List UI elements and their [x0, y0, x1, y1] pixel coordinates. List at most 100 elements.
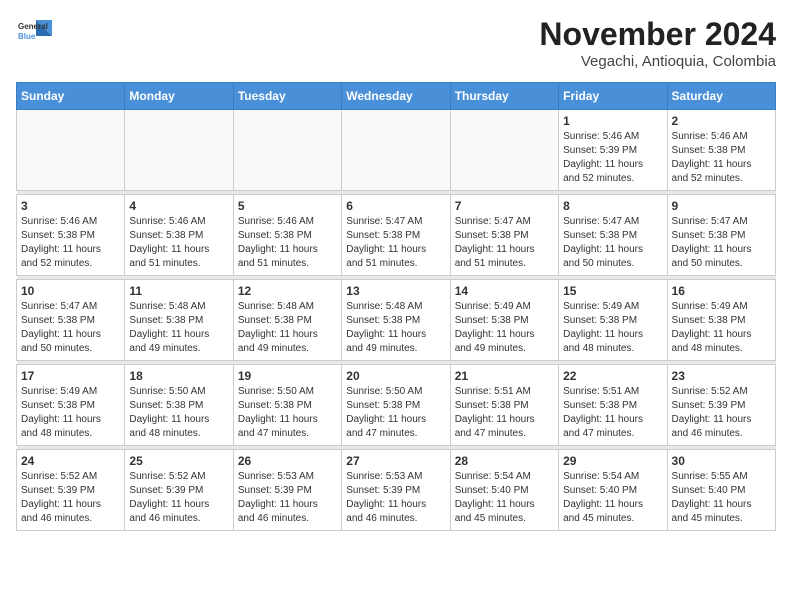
day-number: 15: [563, 284, 662, 298]
day-cell: [233, 110, 341, 191]
day-cell: 24 Sunrise: 5:52 AM Sunset: 5:39 PM Dayli…: [17, 450, 125, 531]
col-monday: Monday: [125, 83, 233, 110]
day-cell: [125, 110, 233, 191]
day-number: 26: [238, 454, 337, 468]
day-info: Sunrise: 5:50 AM Sunset: 5:38 PM Dayligh…: [129, 385, 228, 441]
day-cell: 16 Sunrise: 5:49 AM Sunset: 5:38 PM Dayli…: [667, 280, 775, 361]
day-number: 27: [346, 454, 445, 468]
day-cell: 18 Sunrise: 5:50 AM Sunset: 5:38 PM Dayli…: [125, 365, 233, 446]
day-number: 4: [129, 199, 228, 213]
day-info: Sunrise: 5:52 AM Sunset: 5:39 PM Dayligh…: [21, 470, 120, 526]
day-cell: 2 Sunrise: 5:46 AM Sunset: 5:38 PM Daylig…: [667, 110, 775, 191]
day-info: Sunrise: 5:46 AM Sunset: 5:38 PM Dayligh…: [129, 215, 228, 271]
day-cell: 19Sunrise: 5:50 AM Sunset: 5:38 PM Dayli…: [233, 365, 341, 446]
day-info: Sunrise: 5:47 AM Sunset: 5:38 PM Dayligh…: [346, 215, 445, 271]
title-block: November 2024 Vegachi, Antioquia, Colomb…: [539, 16, 776, 70]
day-cell: 26 Sunrise: 5:53 AM Sunset: 5:39 PM Dayli…: [233, 450, 341, 531]
week-row-1: 1 Sunrise: 5:46 AM Sunset: 5:39 PM Daylig…: [17, 110, 776, 191]
day-info: Sunrise: 5:47 AM Sunset: 5:38 PM Dayligh…: [563, 215, 662, 271]
day-cell: 10Sunrise: 5:47 AM Sunset: 5:38 PM Dayli…: [17, 280, 125, 361]
day-number: 6: [346, 199, 445, 213]
day-info: Sunrise: 5:49 AM Sunset: 5:38 PM Dayligh…: [21, 385, 120, 441]
day-cell: 22Sunrise: 5:51 AM Sunset: 5:38 PM Dayli…: [559, 365, 667, 446]
col-friday: Friday: [559, 83, 667, 110]
day-cell: 13 Sunrise: 5:48 AM Sunset: 5:38 PM Dayli…: [342, 280, 450, 361]
day-info: Sunrise: 5:46 AM Sunset: 5:38 PM Dayligh…: [672, 130, 771, 186]
day-cell: 3Sunrise: 5:46 AM Sunset: 5:38 PM Daylig…: [17, 195, 125, 276]
day-info: Sunrise: 5:46 AM Sunset: 5:39 PM Dayligh…: [563, 130, 662, 186]
day-number: 5: [238, 199, 337, 213]
day-number: 28: [455, 454, 554, 468]
day-cell: 6 Sunrise: 5:47 AM Sunset: 5:38 PM Daylig…: [342, 195, 450, 276]
svg-text:General: General: [18, 22, 48, 31]
week-row-3: 10Sunrise: 5:47 AM Sunset: 5:38 PM Dayli…: [17, 280, 776, 361]
day-info: Sunrise: 5:47 AM Sunset: 5:38 PM Dayligh…: [21, 300, 120, 356]
day-info: Sunrise: 5:46 AM Sunset: 5:38 PM Dayligh…: [238, 215, 337, 271]
day-number: 1: [563, 114, 662, 128]
week-row-4: 17 Sunrise: 5:49 AM Sunset: 5:38 PM Dayli…: [17, 365, 776, 446]
day-info: Sunrise: 5:53 AM Sunset: 5:39 PM Dayligh…: [346, 470, 445, 526]
calendar-header-row: Sunday Monday Tuesday Wednesday Thursday…: [17, 83, 776, 110]
col-wednesday: Wednesday: [342, 83, 450, 110]
day-number: 14: [455, 284, 554, 298]
day-info: Sunrise: 5:49 AM Sunset: 5:38 PM Dayligh…: [672, 300, 771, 356]
day-number: 13: [346, 284, 445, 298]
day-cell: 29Sunrise: 5:54 AM Sunset: 5:40 PM Dayli…: [559, 450, 667, 531]
day-number: 24: [21, 454, 120, 468]
logo-icon: General Blue: [16, 16, 52, 46]
day-cell: 12Sunrise: 5:48 AM Sunset: 5:38 PM Dayli…: [233, 280, 341, 361]
col-thursday: Thursday: [450, 83, 558, 110]
page-header: General Blue November 2024 Vegachi, Anti…: [16, 16, 776, 70]
day-number: 9: [672, 199, 771, 213]
day-cell: [17, 110, 125, 191]
day-cell: 1 Sunrise: 5:46 AM Sunset: 5:39 PM Daylig…: [559, 110, 667, 191]
day-cell: 23 Sunrise: 5:52 AM Sunset: 5:39 PM Dayli…: [667, 365, 775, 446]
day-number: 18: [129, 369, 228, 383]
week-row-2: 3Sunrise: 5:46 AM Sunset: 5:38 PM Daylig…: [17, 195, 776, 276]
day-number: 16: [672, 284, 771, 298]
day-number: 12: [238, 284, 337, 298]
col-sunday: Sunday: [17, 83, 125, 110]
day-cell: 4 Sunrise: 5:46 AM Sunset: 5:38 PM Daylig…: [125, 195, 233, 276]
day-cell: 20Sunrise: 5:50 AM Sunset: 5:38 PM Dayli…: [342, 365, 450, 446]
day-info: Sunrise: 5:49 AM Sunset: 5:38 PM Dayligh…: [563, 300, 662, 356]
day-number: 30: [672, 454, 771, 468]
month-title: November 2024: [539, 16, 776, 53]
day-cell: 15 Sunrise: 5:49 AM Sunset: 5:38 PM Dayli…: [559, 280, 667, 361]
day-number: 22: [563, 369, 662, 383]
day-number: 11: [129, 284, 228, 298]
day-info: Sunrise: 5:48 AM Sunset: 5:38 PM Dayligh…: [346, 300, 445, 356]
day-cell: 8 Sunrise: 5:47 AM Sunset: 5:38 PM Daylig…: [559, 195, 667, 276]
day-info: Sunrise: 5:53 AM Sunset: 5:39 PM Dayligh…: [238, 470, 337, 526]
day-info: Sunrise: 5:55 AM Sunset: 5:40 PM Dayligh…: [672, 470, 771, 526]
day-cell: 17 Sunrise: 5:49 AM Sunset: 5:38 PM Dayli…: [17, 365, 125, 446]
day-number: 19: [238, 369, 337, 383]
day-cell: [342, 110, 450, 191]
day-cell: 11 Sunrise: 5:48 AM Sunset: 5:38 PM Dayli…: [125, 280, 233, 361]
day-cell: 7Sunrise: 5:47 AM Sunset: 5:38 PM Daylig…: [450, 195, 558, 276]
location: Vegachi, Antioquia, Colombia: [539, 53, 776, 70]
day-info: Sunrise: 5:51 AM Sunset: 5:38 PM Dayligh…: [455, 385, 554, 441]
day-cell: 5 Sunrise: 5:46 AM Sunset: 5:38 PM Daylig…: [233, 195, 341, 276]
day-number: 23: [672, 369, 771, 383]
day-cell: 27 Sunrise: 5:53 AM Sunset: 5:39 PM Dayli…: [342, 450, 450, 531]
day-number: 17: [21, 369, 120, 383]
col-saturday: Saturday: [667, 83, 775, 110]
col-tuesday: Tuesday: [233, 83, 341, 110]
day-cell: 28Sunrise: 5:54 AM Sunset: 5:40 PM Dayli…: [450, 450, 558, 531]
day-info: Sunrise: 5:48 AM Sunset: 5:38 PM Dayligh…: [129, 300, 228, 356]
day-number: 25: [129, 454, 228, 468]
day-info: Sunrise: 5:52 AM Sunset: 5:39 PM Dayligh…: [672, 385, 771, 441]
day-cell: 25 Sunrise: 5:52 AM Sunset: 5:39 PM Dayli…: [125, 450, 233, 531]
day-number: 2: [672, 114, 771, 128]
day-number: 8: [563, 199, 662, 213]
logo: General Blue: [16, 16, 52, 46]
day-cell: [450, 110, 558, 191]
day-info: Sunrise: 5:49 AM Sunset: 5:38 PM Dayligh…: [455, 300, 554, 356]
day-cell: 9Sunrise: 5:47 AM Sunset: 5:38 PM Daylig…: [667, 195, 775, 276]
day-info: Sunrise: 5:52 AM Sunset: 5:39 PM Dayligh…: [129, 470, 228, 526]
day-number: 29: [563, 454, 662, 468]
day-cell: 21Sunrise: 5:51 AM Sunset: 5:38 PM Dayli…: [450, 365, 558, 446]
week-row-5: 24 Sunrise: 5:52 AM Sunset: 5:39 PM Dayli…: [17, 450, 776, 531]
day-info: Sunrise: 5:46 AM Sunset: 5:38 PM Dayligh…: [21, 215, 120, 271]
